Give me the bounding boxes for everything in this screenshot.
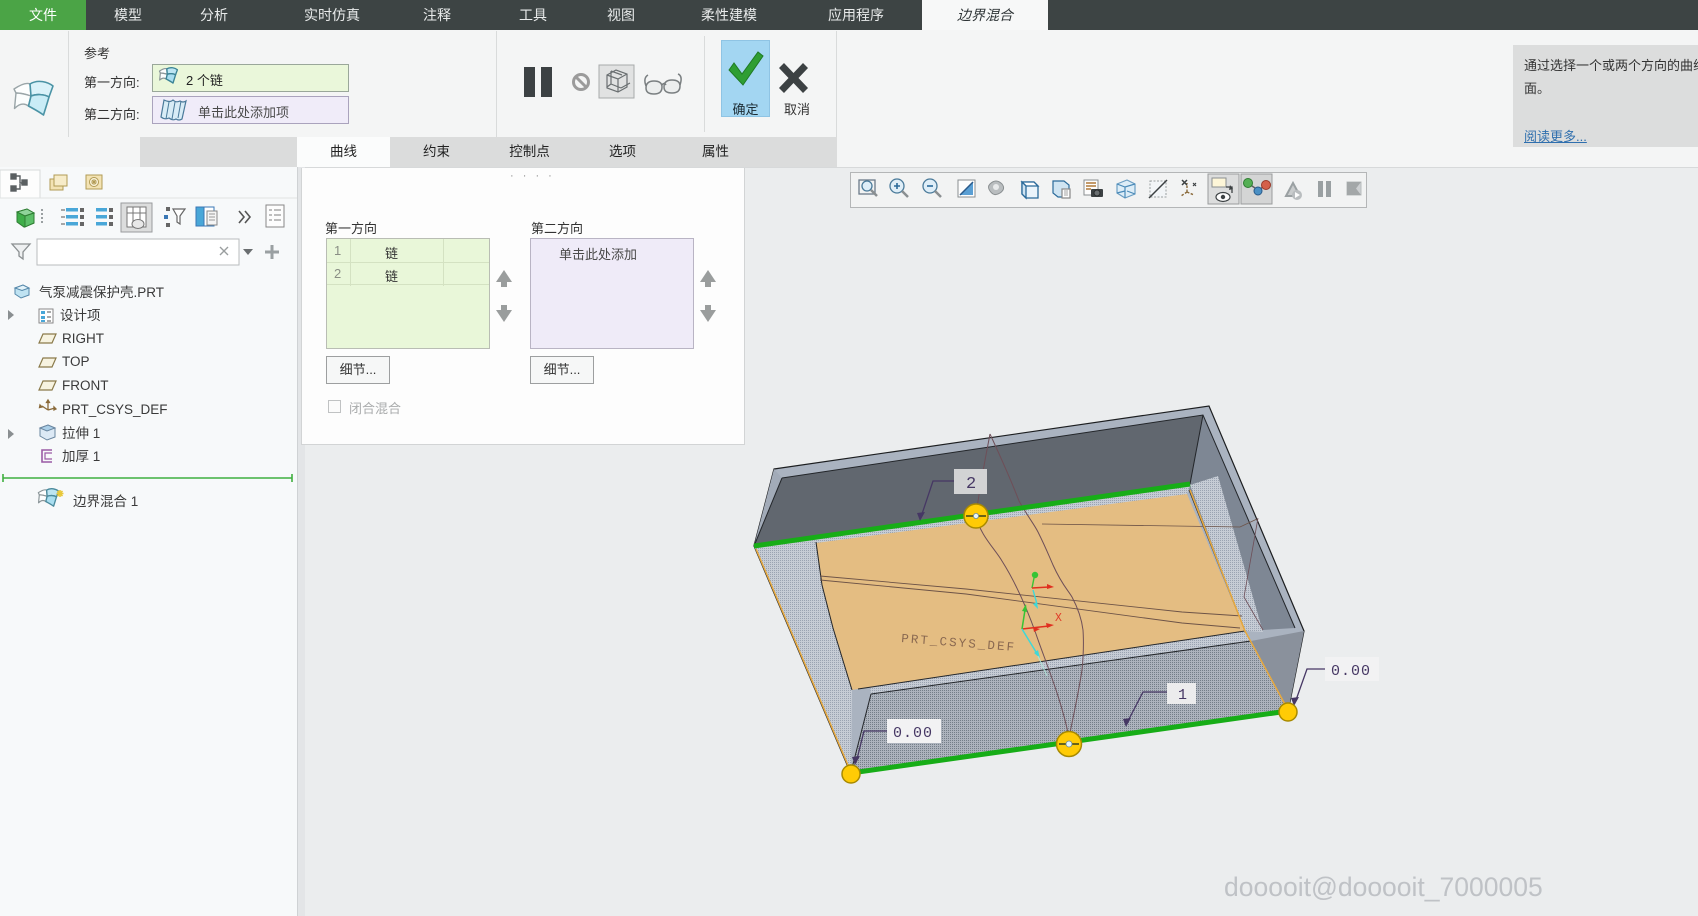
svg-text:2: 2 [966, 475, 976, 494]
svg-text:X: X [1055, 612, 1062, 625]
svg-text:1: 1 [1178, 687, 1187, 704]
svg-text:0.00: 0.00 [1331, 663, 1371, 680]
svg-text:0.00: 0.00 [893, 725, 933, 742]
